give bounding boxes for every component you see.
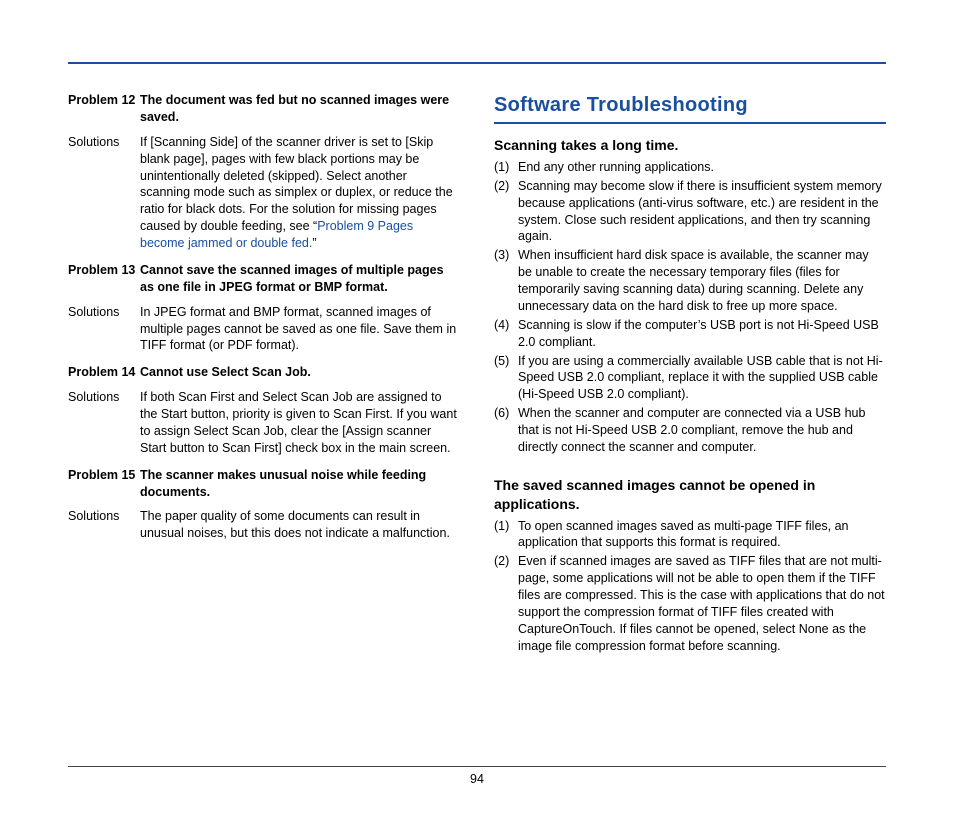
problem-row: Problem 14 Cannot use Select Scan Job. — [68, 364, 460, 381]
solution-body: The paper quality of some documents can … — [140, 508, 460, 542]
list-text: To open scanned images saved as multi-pa… — [518, 518, 886, 552]
solution-body: If both Scan First and Select Scan Job a… — [140, 389, 460, 457]
list-num: (1) — [494, 518, 518, 552]
solution-body: In JPEG format and BMP format, scanned i… — [140, 304, 460, 355]
sub-heading: Scanning takes a long time. — [494, 136, 886, 155]
problem-title: Cannot use Select Scan Job. — [140, 364, 460, 381]
problem-row: Problem 15 The scanner makes unusual noi… — [68, 467, 460, 501]
solution-row: Solutions If [Scanning Side] of the scan… — [68, 134, 460, 252]
solution-row: Solutions If both Scan First and Select … — [68, 389, 460, 457]
list-text: End any other running applications. — [518, 159, 886, 176]
list-text: Even if scanned images are saved as TIFF… — [518, 553, 886, 654]
list-text: When the scanner and computer are connec… — [518, 405, 886, 456]
problem-row: Problem 12 The document was fed but no s… — [68, 92, 460, 126]
list-item: (3)When insufficient hard disk space is … — [494, 247, 886, 315]
solution-label: Solutions — [68, 389, 140, 457]
solution-label: Solutions — [68, 508, 140, 542]
solution-row: Solutions In JPEG format and BMP format,… — [68, 304, 460, 355]
problem-title: The scanner makes unusual noise while fe… — [140, 467, 460, 501]
page-footer: 94 — [68, 766, 886, 788]
list-num: (4) — [494, 317, 518, 351]
problem-label: Problem 12 — [68, 92, 140, 126]
two-column-layout: Problem 12 The document was fed but no s… — [68, 92, 886, 657]
list-num: (5) — [494, 353, 518, 404]
problem-label: Problem 15 — [68, 467, 140, 501]
sub-heading: The saved scanned images cannot be opene… — [494, 476, 886, 514]
list-text: If you are using a commercially availabl… — [518, 353, 886, 404]
solution-row: Solutions The paper quality of some docu… — [68, 508, 460, 542]
problem-title: The document was fed but no scanned imag… — [140, 92, 460, 126]
section-heading: Software Troubleshooting — [494, 92, 886, 124]
left-column: Problem 12 The document was fed but no s… — [68, 92, 460, 657]
list-item: (1)End any other running applications. — [494, 159, 886, 176]
list-text: Scanning is slow if the computer’s USB p… — [518, 317, 886, 351]
list-num: (1) — [494, 159, 518, 176]
problem-row: Problem 13 Cannot save the scanned image… — [68, 262, 460, 296]
problem-title: Cannot save the scanned images of multip… — [140, 262, 460, 296]
list-num: (3) — [494, 247, 518, 315]
solution-text-post: ” — [312, 236, 316, 250]
right-column: Software Troubleshooting Scanning takes … — [494, 92, 886, 657]
list-item: (2)Even if scanned images are saved as T… — [494, 553, 886, 654]
problem-label: Problem 14 — [68, 364, 140, 381]
list-item: (4)Scanning is slow if the computer’s US… — [494, 317, 886, 351]
list-item: (2)Scanning may become slow if there is … — [494, 178, 886, 246]
list-item: (5)If you are using a commercially avail… — [494, 353, 886, 404]
numbered-list: (1)To open scanned images saved as multi… — [494, 518, 886, 655]
spacer — [494, 458, 886, 472]
solution-label: Solutions — [68, 304, 140, 355]
list-item: (1)To open scanned images saved as multi… — [494, 518, 886, 552]
numbered-list: (1)End any other running applications. (… — [494, 159, 886, 456]
list-item: (6)When the scanner and computer are con… — [494, 405, 886, 456]
solution-label: Solutions — [68, 134, 140, 252]
top-divider — [68, 62, 886, 64]
list-text: When insufficient hard disk space is ava… — [518, 247, 886, 315]
page-number: 94 — [470, 772, 484, 786]
solution-body: If [Scanning Side] of the scanner driver… — [140, 134, 460, 252]
list-num: (2) — [494, 553, 518, 654]
list-num: (2) — [494, 178, 518, 246]
list-text: Scanning may become slow if there is ins… — [518, 178, 886, 246]
list-num: (6) — [494, 405, 518, 456]
problem-label: Problem 13 — [68, 262, 140, 296]
